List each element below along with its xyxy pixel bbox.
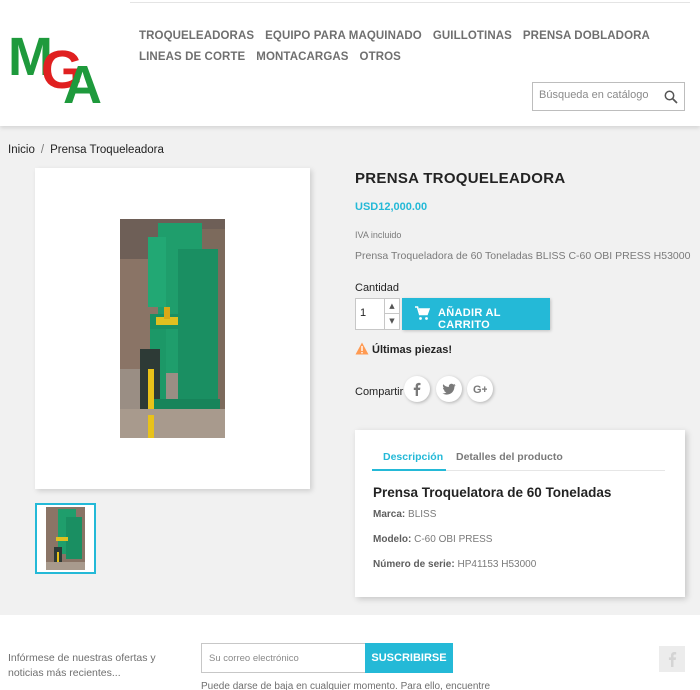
spec-serial: Número de serie: HP41153 H53000 [373,559,536,570]
nav-item-guillotinas[interactable]: GUILLOTINAS [433,26,512,47]
breadcrumb-current[interactable]: Prensa Troqueleadora [50,144,164,156]
product-thumbnail[interactable] [35,503,96,574]
press-machine-thumbnail [46,507,85,570]
add-to-cart-button[interactable]: AÑADIR AL CARRITO [402,298,550,331]
nav-item-lineas-de-corte[interactable]: LINEAS DE CORTE [139,47,245,68]
warning-icon [355,342,369,355]
google-plus-icon: G+ [473,384,487,396]
facebook-icon [413,382,421,396]
search-icon[interactable] [664,90,678,104]
chevron-up-icon[interactable]: ▲ [384,299,399,314]
spec-model-value: C-60 OBI PRESS [414,534,493,545]
nav-item-equipo-maquinado[interactable]: EQUIPO PARA MAQUINADO [265,26,422,47]
mga-logo-icon: M G A [8,27,102,115]
spec-brand: Marca: BLISS [373,509,436,520]
product-title: PRENSA TROQUELEADORA [355,170,566,187]
spec-model-label: Modelo: [373,534,412,545]
chevron-down-icon[interactable]: ▼ [384,314,399,329]
stock-notice-text: Últimas piezas! [372,344,453,356]
product-short-description: Prensa Troqueladora de 60 Toneladas BLIS… [355,250,691,262]
search-input[interactable] [539,89,659,101]
nav-item-otros[interactable]: OTROS [360,47,401,68]
product-tabs-card: Descripción Detalles del producto Prensa… [355,430,685,597]
newsletter-conditions-text: Puede darse de baja en cualquier momento… [201,681,491,690]
tab-description[interactable]: Descripción [383,451,443,463]
active-tab-indicator [372,469,446,471]
nav-item-prensa-dobladora[interactable]: PRENSA DOBLADORA [523,26,650,47]
footer-facebook-link[interactable] [659,646,685,672]
spec-model: Modelo: C-60 OBI PRESS [373,534,492,545]
spec-serial-value: HP41153 H53000 [457,559,537,570]
product-price: USD12,000.00 [355,201,428,213]
newsletter-text: Infórmese de nuestras ofertas y noticias… [8,652,156,679]
cart-icon [415,306,430,320]
mga-logo[interactable]: M G A [8,20,103,115]
share-google-plus-button[interactable]: G+ [467,376,493,402]
breadcrumb: Inicio / Prensa Troqueleadora [8,144,164,156]
spec-brand-label: Marca: [373,509,406,520]
newsletter-email-box [201,643,366,673]
share-facebook-button[interactable] [404,376,430,402]
share-twitter-button[interactable] [436,376,462,402]
quantity-stepper: ▲ ▼ [355,298,400,330]
press-machine-photo [120,219,225,438]
search-box [532,82,685,111]
newsletter-email-input[interactable] [209,653,359,664]
main-nav: TROQUELEADORAS EQUIPO PARA MAQUINADO GUILL… [139,26,694,68]
breadcrumb-separator: / [40,144,45,156]
stock-notice: Últimas piezas! [355,342,452,356]
spec-serial-label: Número de serie: [373,559,455,570]
nav-item-montacargas[interactable]: MONTACARGAS [256,47,348,68]
svg-text:G+: G+ [473,384,487,396]
twitter-icon [442,383,456,395]
tab-product-details[interactable]: Detalles del producto [456,451,563,463]
spec-brand-value: BLISS [408,509,437,520]
product-cover-image[interactable] [35,168,310,489]
footer: Infórmese de nuestras ofertas y noticias… [0,615,700,690]
quantity-label: Cantidad [355,282,400,294]
svg-text:A: A [63,55,102,106]
share-label: Compartir [355,386,404,398]
tax-note: IVA incluido [355,230,402,240]
quantity-input[interactable] [360,307,380,319]
add-to-cart-label: AÑADIR AL CARRITO [438,307,501,331]
breadcrumb-home[interactable]: Inicio [8,144,35,156]
description-heading: Prensa Troquelatora de 60 Toneladas [373,485,612,500]
subscribe-button[interactable]: SUSCRIBIRSE [365,643,453,673]
header-top-divider [130,2,690,3]
facebook-icon [668,652,677,667]
site-header: M G A TROQUELEADORAS EQUIPO PARA MAQUINAD… [0,0,700,126]
nav-item-troqueleadoras[interactable]: TROQUELEADORAS [139,26,254,47]
